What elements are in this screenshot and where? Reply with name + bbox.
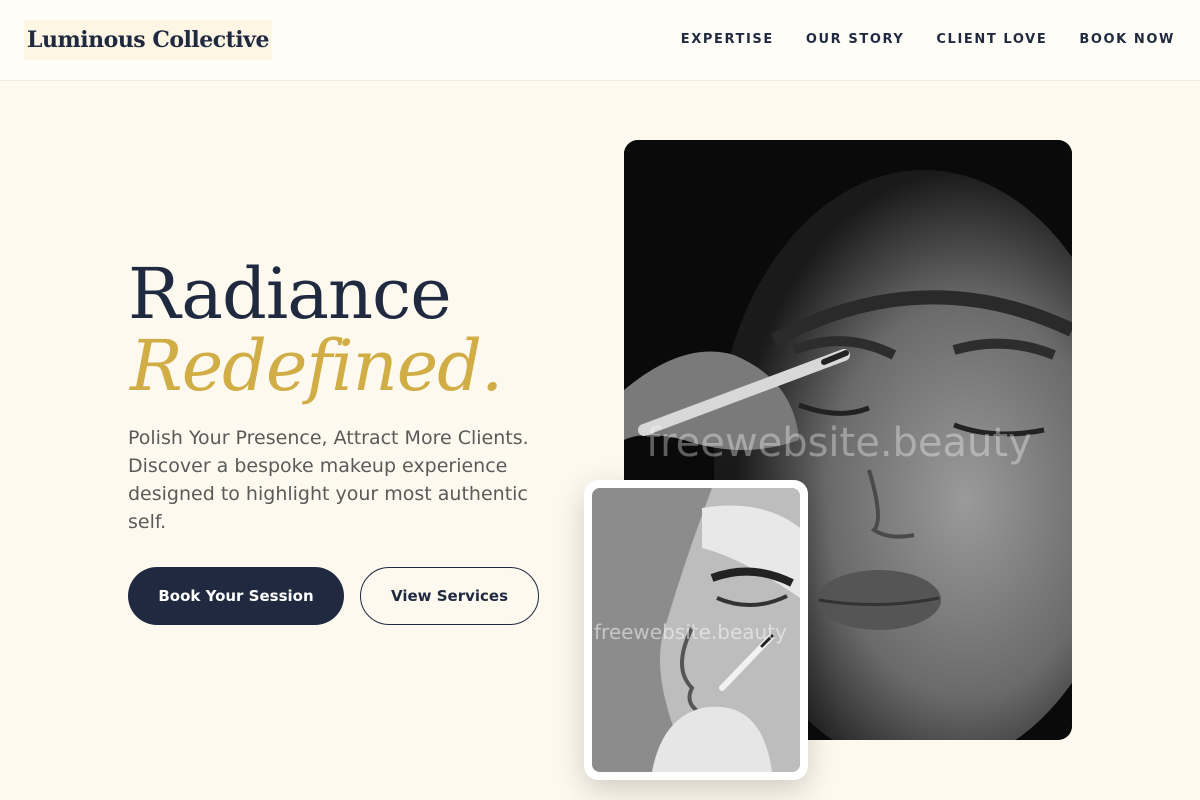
hero-title-line2: Redefined. [130,325,503,407]
nav-item-expertise[interactable]: EXPERTISE [681,30,774,50]
brand-logo[interactable]: Luminous Collective [24,20,272,60]
nav-item-our-story[interactable]: OUR STORY [806,30,905,50]
nav-item-book-now[interactable]: BOOK NOW [1079,30,1175,50]
hero-subtitle: Polish Your Presence, Attract More Clien… [128,427,529,533]
main-image-watermark: freewebsite.beauty [646,420,1032,466]
main-nav: EXPERTISE OUR STORY CLIENT LOVE BOOK NOW [681,30,1175,50]
nav-item-client-love[interactable]: CLIENT LOVE [936,30,1047,50]
view-services-button[interactable]: View Services [360,567,539,625]
book-session-button[interactable]: Book Your Session [128,567,344,625]
site-header: Luminous Collective EXPERTISE OUR STORY … [0,0,1200,81]
inset-image-watermark: freewebsite.beauty [594,620,787,644]
